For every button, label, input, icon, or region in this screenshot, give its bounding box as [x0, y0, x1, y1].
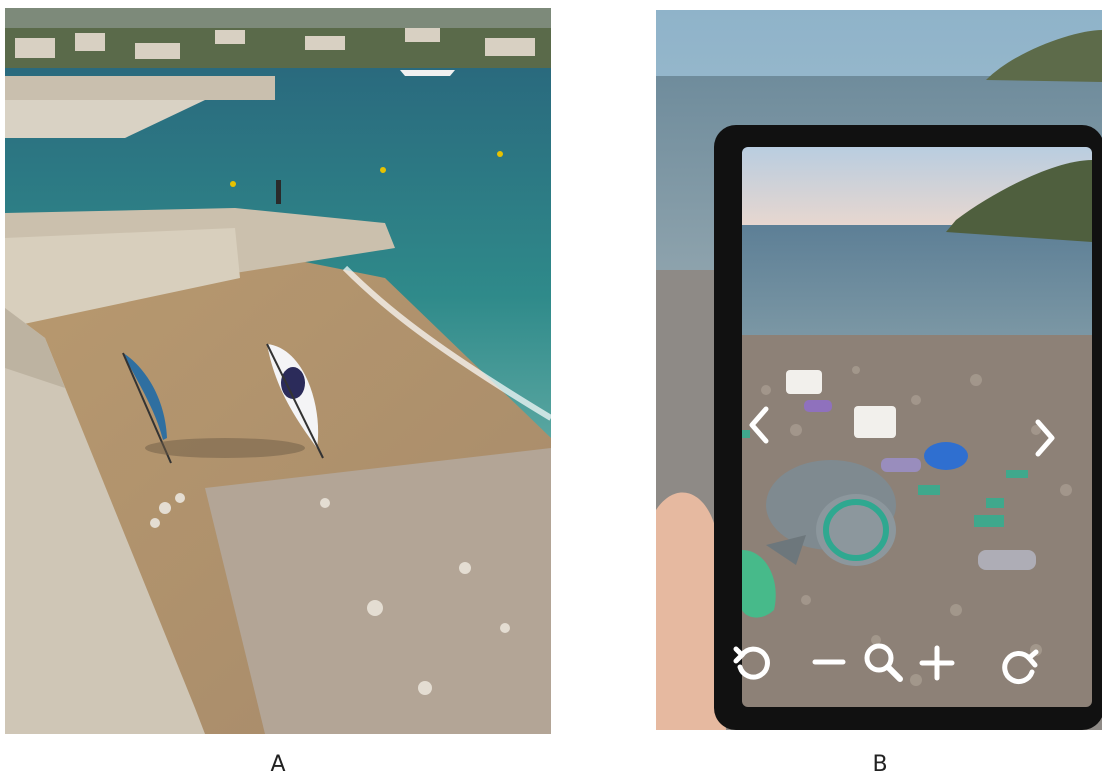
- jug-trash: [854, 406, 896, 438]
- zoom-out-button[interactable]: [812, 655, 846, 669]
- photo-panel-a: [5, 8, 551, 734]
- photo-panel-b: [656, 10, 1102, 730]
- blue-bowl-trash: [924, 442, 968, 470]
- zoom-button[interactable]: [861, 640, 905, 684]
- rotate-cw-icon: [1002, 649, 1039, 684]
- plus-icon: [919, 645, 955, 681]
- rotate-ccw-icon: [733, 646, 770, 680]
- panel-b-caption: B: [872, 752, 888, 777]
- minus-icon: [812, 659, 846, 665]
- beach-scene-image: [5, 8, 551, 734]
- seal-3d-model: [766, 460, 896, 566]
- magnifier-icon: [864, 643, 903, 682]
- prev-button[interactable]: [744, 405, 774, 445]
- rotate-right-button[interactable]: [998, 646, 1040, 688]
- next-button[interactable]: [1030, 418, 1060, 458]
- zoom-in-button[interactable]: [918, 644, 956, 682]
- chevron-right-icon: [1035, 419, 1055, 457]
- rotate-left-button[interactable]: [732, 643, 772, 683]
- panel-a-caption: A: [270, 752, 286, 777]
- tablet-scene-image: [656, 10, 1102, 730]
- container-trash: [786, 370, 822, 394]
- chevron-left-icon: [749, 406, 769, 444]
